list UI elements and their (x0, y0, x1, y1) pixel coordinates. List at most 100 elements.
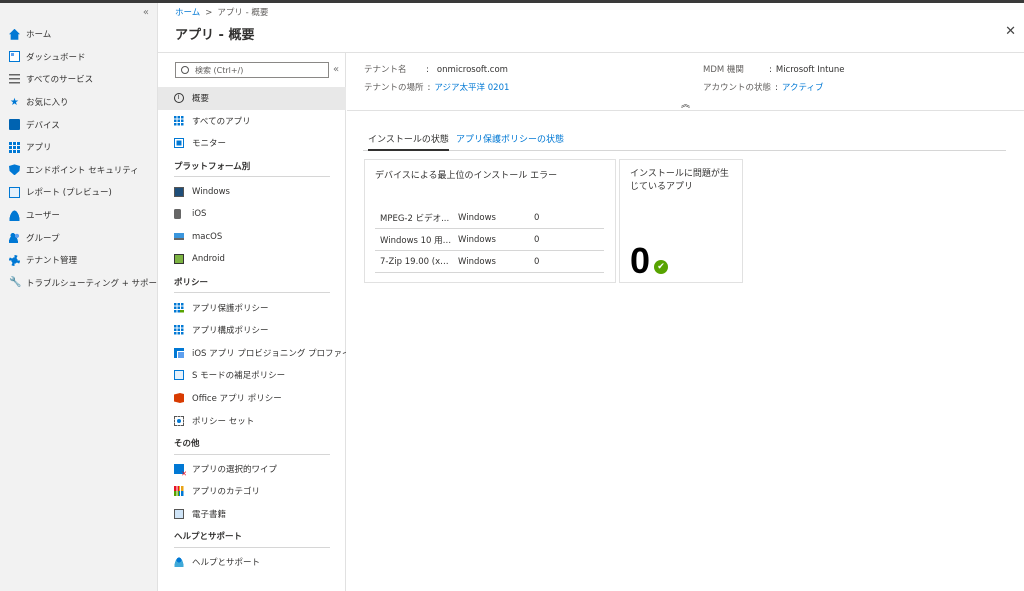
menu-item-policy-sets[interactable]: ポリシー セット (158, 409, 346, 432)
nav-item-groups[interactable]: グループ (0, 226, 158, 249)
menu-item-selective-wipe[interactable]: アプリの選択的ワイプ (158, 458, 346, 481)
breadcrumb-separator: > (205, 8, 213, 18)
menu-collapse-icon[interactable]: « (333, 64, 339, 75)
account-status-row: アカウントの状態: アクティブ (703, 83, 824, 93)
search-input[interactable] (195, 65, 325, 75)
menu-item-app-protection-policy[interactable]: アプリ保護ポリシー (158, 296, 346, 319)
tab-install-status[interactable]: インストールの状態 (368, 132, 449, 151)
section-header-platform: プラットフォーム別 (174, 155, 330, 178)
nav-item-tenant-admin[interactable]: テナント管理 (0, 249, 158, 272)
menu-item-overview[interactable]: 概要 (158, 87, 346, 110)
office-icon (174, 393, 184, 404)
mdm-authority-value: Microsoft Intune (775, 65, 845, 75)
breadcrumb-current: アプリ - 概要 (217, 8, 269, 18)
apps-grid-icon (174, 115, 184, 126)
android-icon (174, 254, 184, 265)
info-icon (174, 93, 184, 104)
wrench-icon: 🔧 (9, 277, 22, 289)
menu-item-ebooks[interactable]: 電子書籍 (158, 503, 346, 526)
tenant-icon (9, 254, 20, 266)
devices-icon (9, 119, 20, 131)
check-circle-icon: ✔ (654, 260, 668, 274)
tenant-name-label: テナント名 (364, 65, 407, 75)
windows-icon (174, 186, 184, 197)
section-header-policy: ポリシー (174, 271, 330, 294)
s-mode-icon (174, 370, 184, 381)
failed-apps-count: 0 (630, 240, 651, 281)
menu-item-ios-provisioning[interactable]: iOS アプリ プロビジョニング プロファイ... (158, 342, 346, 365)
left-nav: « ホーム ダッシュボード すべてのサービス ★ お気に入り デバイス アプリ エ… (0, 3, 166, 591)
mdm-authority-label: MDM 機関 (703, 65, 744, 75)
menu-item-app-config-policy[interactable]: アプリ構成ポリシー (158, 319, 346, 342)
nav-item-all-services[interactable]: すべてのサービス (0, 68, 158, 91)
menu-item-help-support[interactable]: ヘルプとサポート (158, 551, 346, 574)
collapse-essentials-icon[interactable]: ︽ (681, 97, 690, 110)
section-header-other: その他 (174, 432, 330, 455)
tab-app-protection-status[interactable]: アプリ保護ポリシーの状態 (456, 132, 564, 149)
page-title: アプリ - 概要 (175, 28, 255, 43)
resource-menu: « 概要 すべてのアプリ モニター プラットフォーム別 Windows iOS … (158, 53, 346, 591)
search-icon (181, 66, 189, 74)
macos-icon (174, 233, 184, 241)
ebook-icon (174, 508, 184, 519)
menu-list: 概要 すべてのアプリ モニター プラットフォーム別 Windows iOS ma… (158, 87, 346, 573)
status-tabs: インストールの状態 アプリ保護ポリシーの状態 (363, 130, 1006, 151)
search-box[interactable] (175, 62, 329, 78)
app-config-icon (174, 325, 184, 336)
dashboard-icon (9, 51, 20, 63)
install-errors-table: MPEG-2 ビデオ... Windows 0 Windows 10 用 ...… (375, 207, 604, 273)
table-row[interactable]: 7-Zip 19.00 (x6... Windows 0 (375, 251, 604, 273)
tenant-name-value: onmicrosoft.com (436, 65, 508, 75)
apps-icon (9, 141, 20, 153)
nav-item-favorites[interactable]: ★ お気に入り (0, 91, 158, 114)
install-errors-card[interactable]: デバイスによる最上位のインストール エラー MPEG-2 ビデオ... Wind… (364, 159, 616, 283)
account-status-label: アカウントの状態 (703, 83, 772, 93)
nav-item-reports[interactable]: レポート (プレビュー) (0, 181, 158, 204)
nav-item-users[interactable]: ユーザー (0, 204, 158, 227)
nav-item-troubleshooting[interactable]: 🔧 トラブルシューティング + サポート (0, 272, 166, 295)
mdm-authority-row: MDM 機関: Microsoft Intune (703, 65, 845, 75)
essentials-panel: テナント名: onmicrosoft.com テナントの場所: アジア太平洋 020… (347, 53, 1024, 111)
wipe-icon (174, 463, 187, 478)
tenant-location-link[interactable]: アジア太平洋 0201 (434, 83, 509, 93)
table-row[interactable]: Windows 10 用 ... Windows 0 (375, 229, 604, 251)
breadcrumb: ホーム > アプリ - 概要 (175, 6, 268, 18)
breadcrumb-home-link[interactable]: ホーム (175, 8, 200, 18)
nav-item-apps[interactable]: アプリ (0, 136, 158, 159)
menu-item-monitor[interactable]: モニター (158, 132, 346, 155)
user-icon (9, 209, 20, 221)
shield-icon (9, 164, 20, 176)
monitor-icon (174, 138, 184, 149)
help-support-icon (174, 557, 184, 568)
star-icon: ★ (10, 96, 19, 108)
menu-item-macos[interactable]: macOS (158, 226, 346, 249)
menu-item-windows[interactable]: Windows (158, 180, 346, 203)
app-protection-icon (174, 302, 185, 314)
tenant-location-label: テナントの場所 (364, 83, 424, 93)
close-icon[interactable]: ✕ (1005, 24, 1016, 39)
categories-icon (174, 486, 184, 497)
menu-item-android[interactable]: Android (158, 248, 346, 271)
menu-item-app-categories[interactable]: アプリのカテゴリ (158, 480, 346, 503)
tenant-location-row: テナントの場所: アジア太平洋 0201 (364, 83, 510, 93)
table-row[interactable]: MPEG-2 ビデオ... Windows 0 (375, 207, 604, 229)
failed-apps-card[interactable]: インストールに問題が生じているアプリ 0 ✔ (619, 159, 743, 283)
provisioning-icon (174, 347, 185, 359)
home-icon (9, 28, 20, 40)
nav-item-endpoint-security[interactable]: エンドポイント セキュリティ (0, 159, 158, 182)
menu-item-s-mode[interactable]: S モードの補足ポリシー (158, 364, 346, 387)
account-status-link[interactable]: アクティブ (782, 83, 824, 93)
nav-item-home[interactable]: ホーム (0, 23, 158, 46)
tenant-name-row: テナント名: onmicrosoft.com (364, 65, 508, 75)
all-services-icon (9, 73, 20, 85)
nav-item-dashboard[interactable]: ダッシュボード (0, 46, 158, 69)
group-icon (9, 232, 20, 244)
menu-item-ios[interactable]: iOS (158, 203, 346, 226)
nav-collapse-icon[interactable]: « (143, 7, 149, 18)
ios-device-icon (174, 209, 181, 220)
section-header-help: ヘルプとサポート (174, 525, 330, 548)
policy-set-icon (174, 415, 184, 426)
menu-item-all-apps[interactable]: すべてのアプリ (158, 110, 346, 133)
nav-item-devices[interactable]: デバイス (0, 113, 158, 136)
menu-item-office-policy[interactable]: Office アプリ ポリシー (158, 387, 346, 410)
